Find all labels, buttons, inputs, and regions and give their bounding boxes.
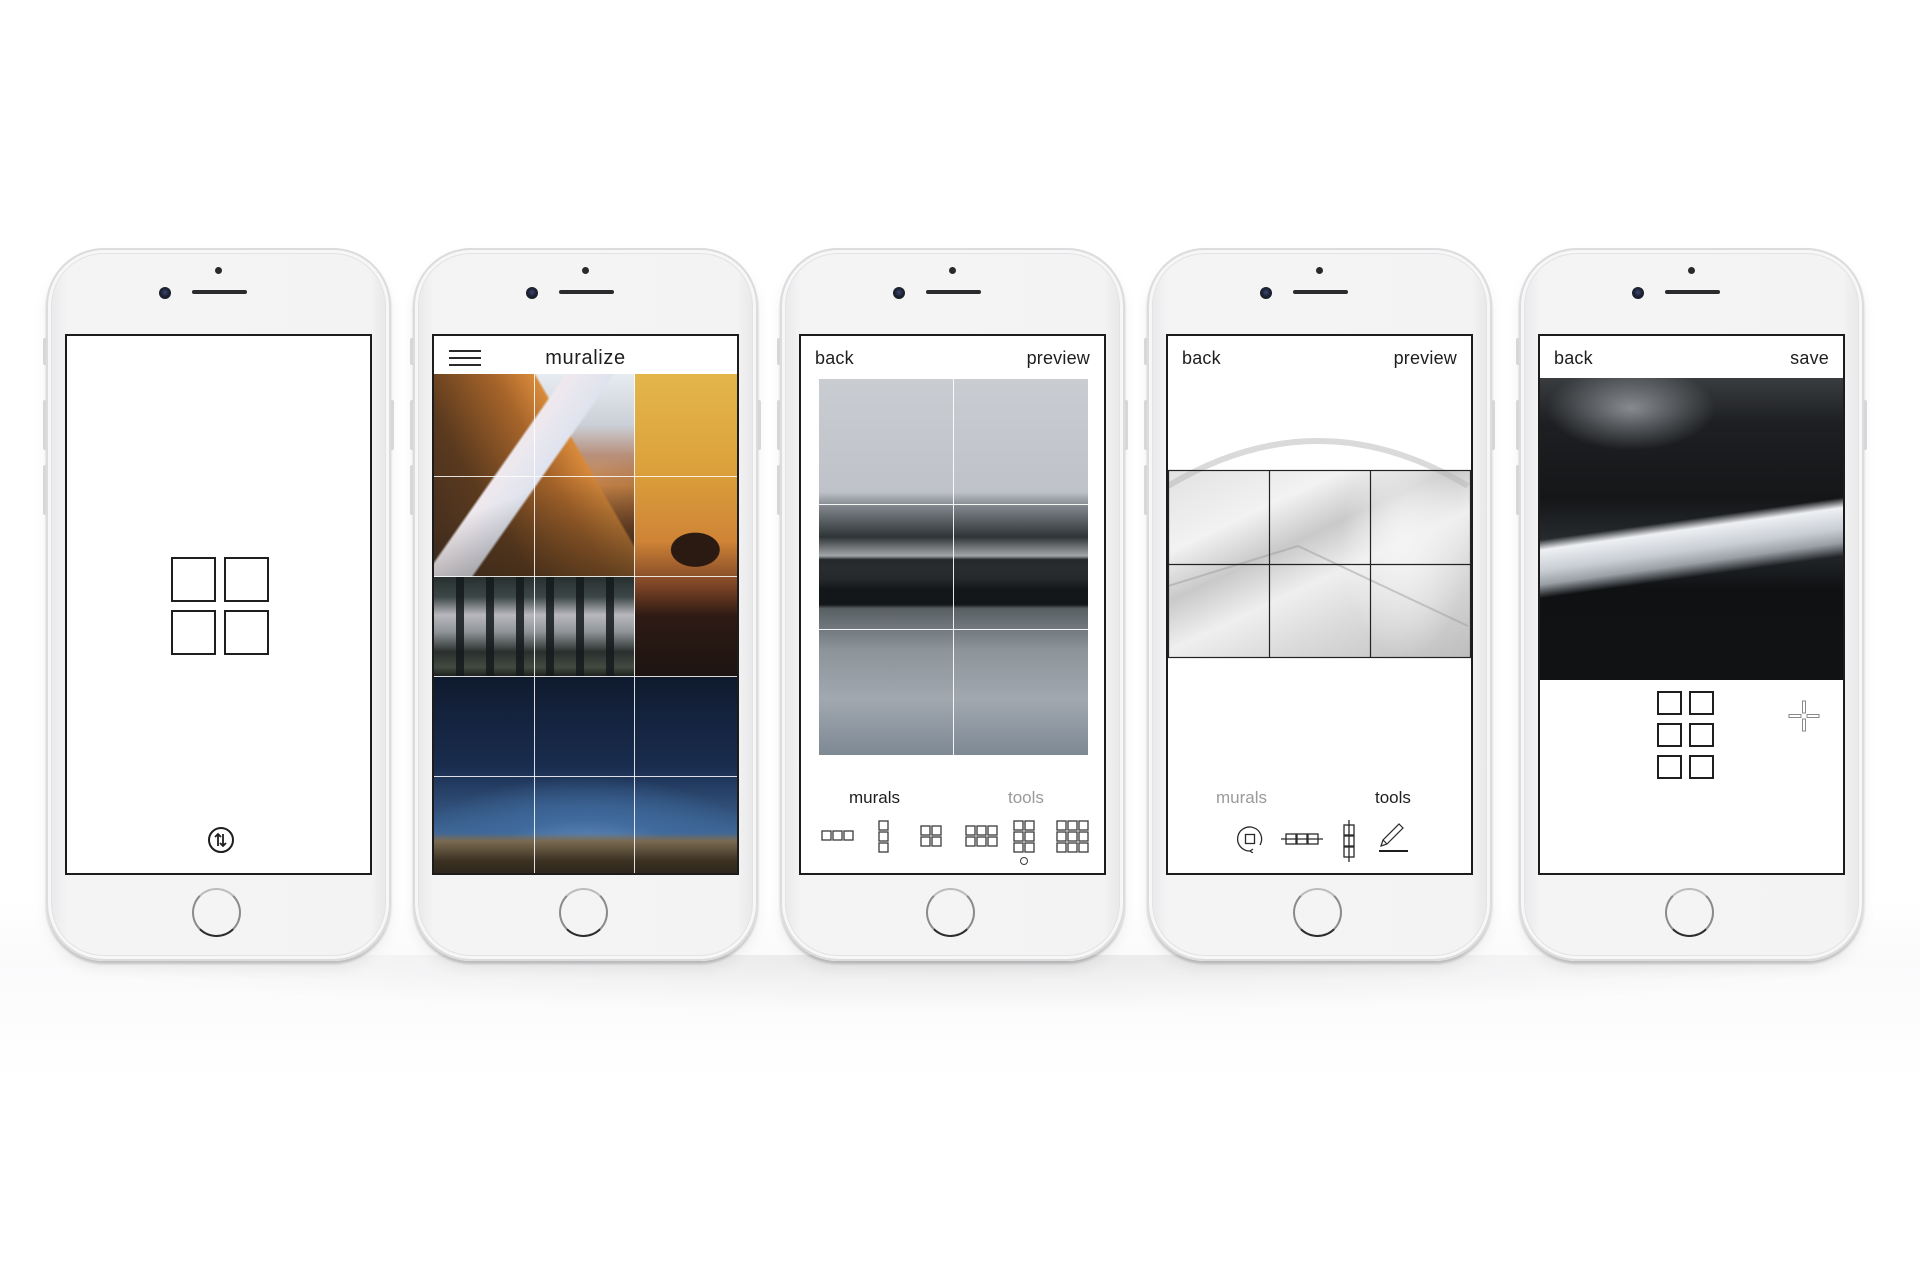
earpiece-speaker — [1293, 290, 1348, 294]
back-button[interactable]: back — [1182, 348, 1221, 369]
proximity-sensor — [1688, 267, 1695, 274]
gallery-screen: muralize — [432, 334, 739, 875]
tab-tools[interactable]: tools — [1375, 788, 1411, 808]
volume-up-button — [777, 400, 780, 450]
power-button — [391, 400, 394, 450]
mute-switch — [777, 338, 780, 365]
earpiece-speaker — [1665, 290, 1720, 294]
editor-tabs: murals tools — [801, 788, 1104, 812]
preview-button[interactable]: preview — [1027, 348, 1090, 369]
front-camera — [893, 287, 905, 299]
volume-down-button — [1516, 465, 1519, 515]
mural-mountain-ridge[interactable] — [434, 374, 635, 577]
save-button[interactable]: save — [1790, 348, 1829, 369]
preview-button[interactable]: preview — [1394, 348, 1457, 369]
phone-preview-save: back save — [1516, 248, 1867, 961]
mural-subway-platform[interactable] — [434, 577, 635, 677]
mute-switch — [1516, 338, 1519, 365]
rotate-square-icon[interactable] — [1236, 825, 1264, 853]
pencil-underline-icon[interactable] — [1377, 822, 1409, 854]
layout-3x3-icon[interactable] — [1056, 820, 1090, 854]
splash-screen — [65, 334, 372, 875]
earpiece-speaker — [926, 290, 981, 294]
four-square-grid-icon — [171, 557, 269, 655]
layout-picker — [801, 820, 1104, 866]
power-button — [758, 400, 761, 450]
tab-murals[interactable]: murals — [1216, 788, 1267, 808]
floor-shadow — [20, 955, 1900, 1015]
back-button[interactable]: back — [1554, 348, 1593, 369]
home-button[interactable] — [192, 888, 241, 937]
tab-tools[interactable]: tools — [1008, 788, 1044, 808]
front-camera — [159, 287, 171, 299]
phone-editor-murals: back preview murals tools — [777, 248, 1128, 961]
volume-down-button — [777, 465, 780, 515]
selected-layout-indicator — [1020, 857, 1028, 865]
tab-murals[interactable]: murals — [849, 788, 900, 808]
circled-swap-arrows-icon[interactable] — [207, 826, 235, 854]
mural-starry-night[interactable] — [434, 677, 737, 873]
preview-save-screen: back save — [1538, 334, 1845, 875]
crosshair-move-icon[interactable] — [1788, 700, 1820, 732]
front-camera — [1260, 287, 1272, 299]
flip-horizontal-icon[interactable] — [1281, 832, 1323, 846]
editor-tools-screen: back preview murals tools — [1166, 334, 1473, 875]
home-button[interactable] — [559, 888, 608, 937]
layout-2x3-icon[interactable] — [1013, 820, 1036, 854]
proximity-sensor — [949, 267, 956, 274]
mute-switch — [410, 338, 413, 365]
power-button — [1125, 400, 1128, 450]
volume-down-button — [410, 465, 413, 515]
earpiece-speaker — [192, 290, 247, 294]
mural-photo-corridor[interactable] — [1168, 470, 1471, 658]
phone-splash — [43, 248, 394, 961]
power-button — [1492, 400, 1495, 450]
proximity-sensor — [215, 267, 222, 274]
mute-switch — [43, 338, 46, 365]
earpiece-speaker — [559, 290, 614, 294]
front-camera — [1632, 287, 1644, 299]
back-button[interactable]: back — [815, 348, 854, 369]
flip-vertical-icon[interactable] — [1342, 820, 1356, 862]
front-camera — [526, 287, 538, 299]
mural-camel-sunset[interactable] — [635, 374, 737, 677]
volume-down-button — [43, 465, 46, 515]
layout-1x3-icon[interactable] — [878, 820, 890, 854]
volume-up-button — [410, 400, 413, 450]
tools-picker — [1168, 820, 1471, 866]
phone-editor-tools: back preview murals tools — [1144, 248, 1495, 961]
proximity-sensor — [582, 267, 589, 274]
mute-switch — [1144, 338, 1147, 365]
layout-3x2-icon[interactable] — [965, 825, 999, 848]
home-button[interactable] — [1293, 888, 1342, 937]
tile-preview-photo — [1540, 378, 1843, 680]
layout-2x2-icon[interactable] — [920, 825, 943, 848]
power-button — [1864, 400, 1867, 450]
volume-down-button — [1144, 465, 1147, 515]
phone-gallery: muralize — [410, 248, 761, 961]
app-title: muralize — [545, 347, 626, 369]
volume-up-button — [43, 400, 46, 450]
layout-3x1-icon[interactable] — [821, 830, 855, 842]
home-button[interactable] — [926, 888, 975, 937]
editor-tabs: murals tools — [1168, 788, 1471, 812]
six-square-grid-icon[interactable] — [1657, 691, 1717, 783]
editor-murals-screen: back preview murals tools — [799, 334, 1106, 875]
mural-photo-lake[interactable] — [819, 379, 1088, 755]
proximity-sensor — [1316, 267, 1323, 274]
volume-up-button — [1144, 400, 1147, 450]
home-button[interactable] — [1665, 888, 1714, 937]
volume-up-button — [1516, 400, 1519, 450]
